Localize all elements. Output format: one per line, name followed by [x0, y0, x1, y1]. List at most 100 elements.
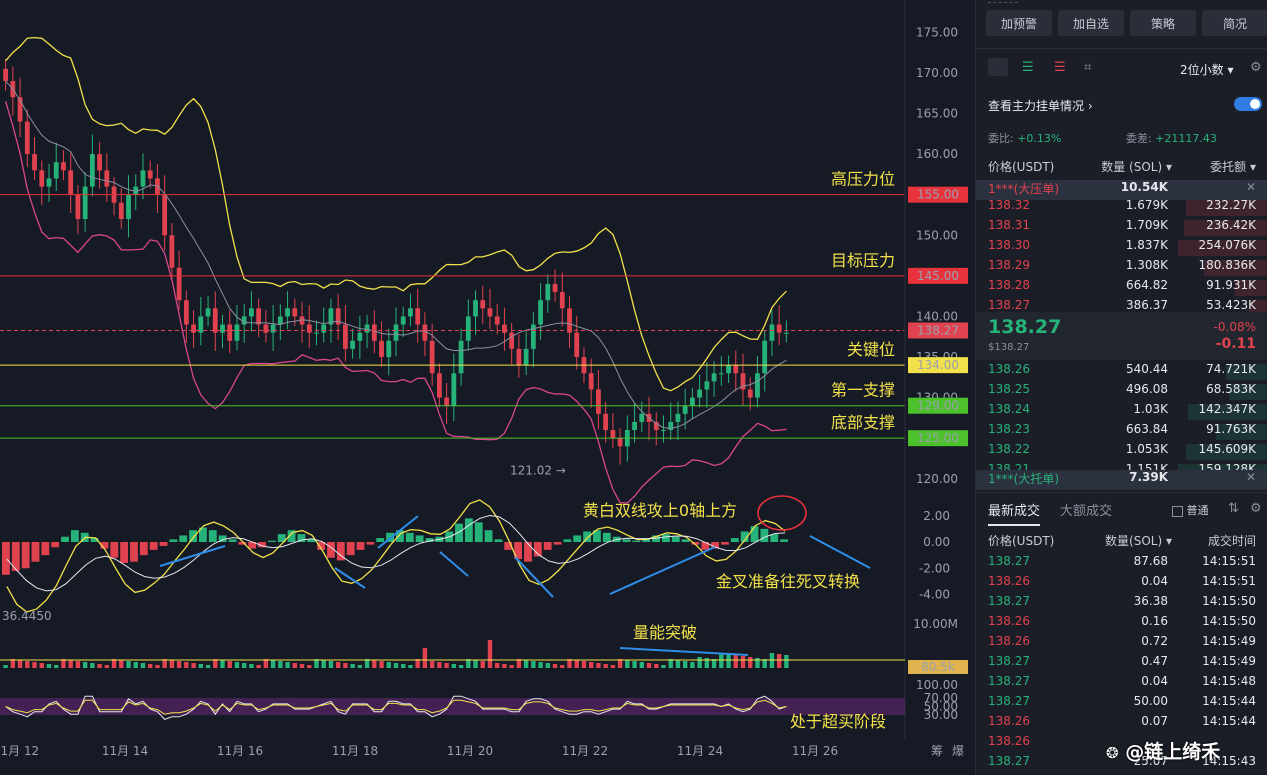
candle [480, 285, 486, 324]
book-mode-both-icon[interactable] [988, 58, 1008, 76]
candle-body [559, 292, 565, 309]
trade-row[interactable]: 138.27 0.47 14:15:49 [976, 654, 1267, 674]
trade-row[interactable]: 138.26 0.04 14:15:51 [976, 574, 1267, 594]
candle [711, 361, 717, 397]
candle-body [263, 324, 269, 333]
candle [249, 291, 254, 332]
watchlist-button[interactable]: 加自选 [1058, 10, 1124, 36]
trade-row[interactable]: 138.27 36.38 14:15:50 [976, 594, 1267, 614]
candle [89, 134, 95, 197]
bid-row[interactable]: 138.26 540.44 74.721K [976, 362, 1267, 382]
book-mode-ask-icon[interactable]: ☰ [1054, 60, 1066, 75]
trade-row[interactable]: 138.27 0.04 14:15:48 [976, 674, 1267, 694]
candle-body [364, 324, 370, 333]
macd-bar [189, 530, 197, 542]
candle [133, 174, 139, 211]
main-orders-toggle[interactable] [1234, 97, 1262, 111]
ask-row[interactable]: 138.28 664.82 91.931K [976, 278, 1267, 298]
trades-header-qty[interactable]: 数量(SOL) ▾ [1105, 532, 1172, 549]
trade-row[interactable]: 138.26 0.07 14:15:44 [976, 714, 1267, 734]
main-orders-link[interactable]: 查看主力挂单情况 › [988, 97, 1093, 114]
big-buy-order[interactable]: 1***(大托单) 7.39K ✕ [976, 470, 1267, 490]
chart-area[interactable]: 175.00 170.00 165.00 160.00 155.00 150.00 145.… [0, 0, 975, 775]
candle [183, 290, 189, 343]
close-icon[interactable]: ✕ [1246, 180, 1256, 194]
volume-bar [68, 660, 73, 668]
volume-bar [270, 660, 276, 668]
chip-label: 筹 [931, 744, 943, 758]
bid-row[interactable]: 138.24 1.03K 142.347K [976, 402, 1267, 422]
volume-bar [357, 665, 363, 668]
volume-bar [249, 664, 254, 668]
candle [733, 350, 739, 392]
checkbox[interactable] [1172, 505, 1183, 517]
trade-qty: 0.47 [1141, 654, 1168, 668]
ask-row[interactable]: 138.29 1.308K 180.836K [976, 258, 1267, 278]
volume-bar [429, 661, 435, 668]
volume-bar [17, 660, 23, 668]
header-qty[interactable]: 数量 (SOL) ▾ [1101, 158, 1172, 175]
settings-icon[interactable]: ⚙ [1250, 501, 1262, 516]
candle [379, 321, 384, 367]
volume-bar [560, 665, 565, 668]
ask-row[interactable]: 138.30 1.837K 254.076K [976, 238, 1267, 258]
candle [140, 153, 146, 200]
arrow-line [809, 535, 871, 569]
candle-body [762, 340, 768, 374]
big-sell-order[interactable]: 1***(大压单) 10.54K ✕ [976, 180, 1267, 200]
bid-qty: 1.03K [1133, 402, 1168, 416]
tab-latest-trades[interactable]: 最新成交 [988, 500, 1041, 526]
book-mode-bid-icon[interactable]: ☰ [1022, 60, 1034, 75]
sort-icon[interactable]: ⇅ [1228, 501, 1239, 516]
candle [198, 296, 204, 346]
settings-icon[interactable]: ⚙ [1250, 60, 1262, 75]
trade-price: 138.26 [988, 574, 1030, 588]
volume-bar [495, 663, 500, 668]
bid-price: 138.26 [988, 362, 1030, 376]
macd-bar [51, 542, 60, 548]
tab-large-trades[interactable]: 大额成交 [1060, 500, 1112, 519]
bid-row[interactable]: 138.22 1.053K 145.609K [976, 442, 1267, 462]
trade-row[interactable]: 138.26 0.72 14:15:49 [976, 634, 1267, 654]
candle [653, 412, 659, 446]
overview-button[interactable]: 简况 [1202, 10, 1267, 36]
price-chart[interactable]: 175.00 170.00 165.00 160.00 155.00 150.00 145.… [0, 0, 975, 775]
candle-body [314, 332, 319, 334]
middle-band-line [5, 80, 787, 429]
bid-row[interactable]: 138.23 663.84 91.763K [976, 422, 1267, 442]
alert-button[interactable]: 加预警 [986, 10, 1052, 36]
candle-body [227, 324, 233, 341]
trade-time: 14:15:51 [1202, 554, 1256, 568]
volume-bar [444, 663, 449, 668]
candle-body [162, 194, 168, 236]
arrow-line [609, 546, 716, 595]
trade-time: 14:15:48 [1202, 674, 1256, 688]
trade-row[interactable]: 138.27 87.68 14:15:51 [976, 554, 1267, 574]
header-amount-label: 委托额 [1210, 160, 1247, 174]
decimals-select[interactable]: 2位小数 ▾ [1180, 61, 1233, 78]
normal-filter[interactable]: 普通 [1172, 502, 1209, 518]
trade-row[interactable]: 138.27 50.00 14:15:44 [976, 694, 1267, 714]
macd-bar [110, 542, 119, 558]
bid-row[interactable]: 138.25 496.08 68.583K [976, 382, 1267, 402]
candle [538, 283, 543, 340]
level-annotation: 高压力位 [831, 170, 895, 189]
candle [552, 269, 558, 302]
close-icon[interactable]: ✕ [1246, 470, 1256, 484]
candle [205, 296, 211, 327]
candle [494, 304, 500, 335]
trade-row[interactable]: 138.26 0.16 14:15:50 [976, 614, 1267, 634]
volume-bar [632, 661, 637, 668]
price-tick-label: 160.00 [916, 147, 958, 161]
last-price: 138.27 [988, 316, 1062, 338]
book-mode-compact-icon[interactable]: ⌗ [1084, 60, 1091, 75]
ask-row[interactable]: 138.32 1.679K 232.27K [976, 198, 1267, 218]
ask-amount: 180.836K [1198, 258, 1257, 272]
candle-body [371, 324, 377, 341]
trades-header: 价格(USDT) 数量(SOL) ▾ 成交时间 [976, 532, 1267, 552]
strategy-button[interactable]: 策略 [1130, 10, 1196, 36]
ask-row[interactable]: 138.31 1.709K 236.42K [976, 218, 1267, 238]
header-amount[interactable]: 委托额 ▾ [1210, 158, 1256, 175]
volume-bar [148, 664, 153, 668]
bid-qty: 540.44 [1126, 362, 1168, 376]
